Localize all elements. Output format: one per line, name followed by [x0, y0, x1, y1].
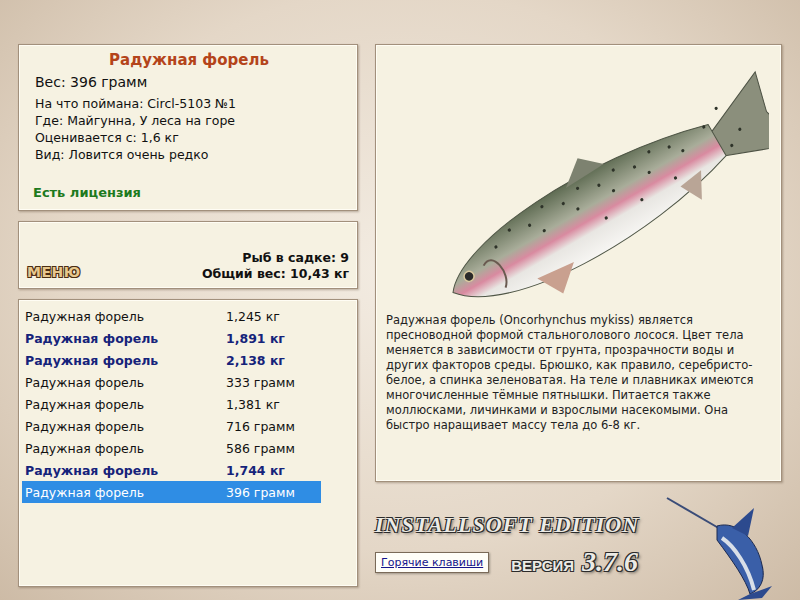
fish-count: Рыб в садке: 9 — [202, 250, 349, 266]
fish-description: Радужная форель (Oncorhynchus mykiss) яв… — [386, 313, 771, 433]
catch-weight: 586 грамм — [226, 441, 321, 456]
catch-row[interactable]: Радужная форель1,891 кг — [22, 327, 321, 349]
fish-detail: Где: Майгунна, У леса на горе — [33, 112, 345, 129]
license-status: Есть лицензия — [33, 184, 345, 202]
catch-weight: 333 грамм — [226, 375, 321, 390]
fish-description-panel: Радужная форель (Oncorhynchus mykiss) яв… — [375, 44, 782, 482]
edition-logo: INSTALLSOFT EDITION — [375, 512, 639, 538]
catch-row[interactable]: Радужная форель1,245 кг — [22, 305, 321, 327]
hotkeys-button[interactable]: Горячие клавиши — [375, 552, 489, 573]
fish-info-panel: Радужная форельВес: 396 грамм На что пойм… — [18, 44, 358, 211]
catch-name: Радужная форель — [25, 375, 226, 390]
catch-row[interactable]: Радужная форель1,744 кг — [22, 459, 321, 481]
right-column: Радужная форель (Oncorhynchus mykiss) яв… — [375, 44, 782, 600]
catch-row[interactable]: Радужная форель2,138 кг — [22, 349, 321, 371]
branding-area: INSTALLSOFT EDITION Горячие клавиши ВЕРСИЯ… — [375, 490, 782, 600]
fish-detail: Вид: Ловится очень редко — [33, 146, 345, 163]
keepnet-totals: Рыб в садке: 9Общий вес: 10,43 кг — [202, 250, 349, 282]
catch-name: Радужная форель — [25, 353, 226, 368]
fish-detail: На что поймана: Circl-5103 №1 — [33, 95, 345, 112]
version: ВЕРСИЯ 3.7.6 — [511, 546, 638, 578]
catch-weight: 396 грамм — [226, 485, 321, 500]
catch-name: Радужная форель — [25, 463, 226, 478]
left-column: Радужная форельВес: 396 граммНа что пойм… — [18, 44, 358, 600]
fish-weight: Вес: 396 грамм — [35, 72, 345, 92]
fish-picture — [386, 45, 771, 307]
catch-weight: 2,138 кг — [226, 353, 321, 368]
catch-row[interactable]: Радужная форель1,381 кг — [22, 393, 321, 415]
catch-name: Радужная форель — [25, 441, 226, 456]
catch-name: Радужная форель — [25, 309, 226, 324]
catch-weight: 1,891 кг — [226, 331, 321, 346]
menu-panel: МЕНЮ Рыб в садке: 9Общий вес: 10,43 кг — [18, 221, 358, 289]
catch-weight: 1,245 кг — [226, 309, 321, 324]
catch-name: Радужная форель — [25, 419, 226, 434]
catch-name: Радужная форель — [25, 331, 226, 346]
version-number: 3.7.6 — [582, 546, 638, 578]
catch-screen: Радужная форельВес: 396 граммНа что пойм… — [0, 0, 800, 600]
total-weight: Общий вес: 10,43 кг — [202, 266, 349, 282]
catch-row[interactable]: Радужная форель716 грамм — [22, 415, 321, 437]
marlin-logo-icon — [662, 490, 782, 600]
catch-row[interactable]: Радужная форель333 грамм — [22, 371, 321, 393]
catch-weight: 716 грамм — [226, 419, 321, 434]
branding: INSTALLSOFT EDITION Горячие клавиши ВЕРСИЯ… — [375, 490, 639, 600]
catch-name: Радужная форель — [25, 397, 226, 412]
trout-picture-icon — [389, 51, 769, 301]
catch-weight: 1,744 кг — [226, 463, 321, 478]
branding-row: Горячие клавиши ВЕРСИЯ 3.7.6 — [375, 546, 639, 578]
catch-weight: 1,381 кг — [226, 397, 321, 412]
version-label: ВЕРСИЯ — [511, 557, 574, 574]
fish-title: Радужная форель — [33, 50, 345, 70]
catch-row[interactable]: Радужная форель586 грамм — [22, 437, 321, 459]
catch-name: Радужная форель — [25, 485, 226, 500]
menu-button[interactable]: МЕНЮ — [27, 264, 81, 280]
catch-list: Радужная форель1,245 кгРадужная форель1,… — [18, 299, 358, 587]
catch-row[interactable]: Радужная форель396 грамм — [22, 481, 321, 503]
fish-detail: Оценивается с: 1,6 кг — [33, 129, 345, 146]
